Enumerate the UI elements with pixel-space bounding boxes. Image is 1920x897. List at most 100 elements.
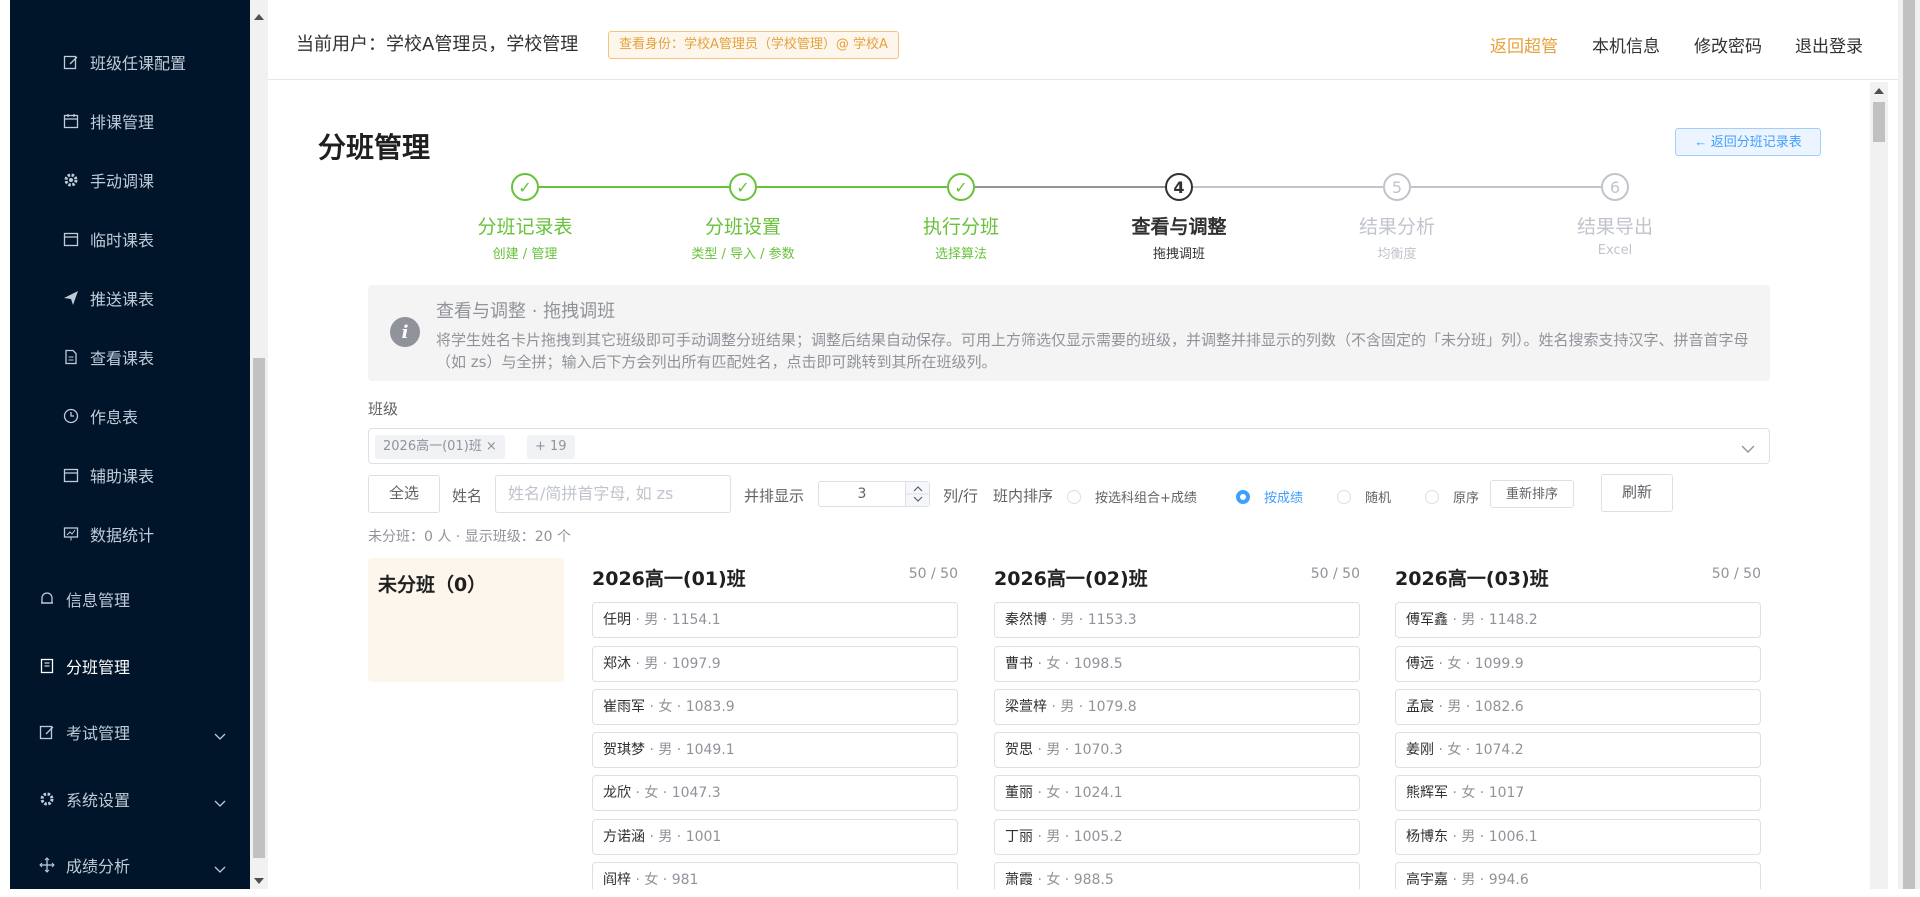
- radio-dot[interactable]: [1067, 489, 1081, 504]
- step-1-title: 分班记录表: [477, 216, 573, 238]
- student-card[interactable]: 丁丽 · 男 · 1005.2: [994, 819, 1360, 855]
- radio-dot[interactable]: [1337, 489, 1351, 504]
- student-card[interactable]: 阎梓 · 女 · 981: [592, 862, 958, 889]
- step-3-check-icon: ✓: [947, 173, 975, 201]
- name-search-input[interactable]: 姓名/简拼首字母, 如 zs: [495, 475, 731, 513]
- sidebar-item-label: 班级任课配置: [90, 54, 187, 73]
- radio-dot[interactable]: [1425, 489, 1439, 504]
- student-card[interactable]: 熊辉军 · 女 · 1017: [1395, 775, 1761, 811]
- sidebar-item-temp-timetable[interactable]: 临时课表: [10, 215, 250, 263]
- class-chip[interactable]: 2026高一(01)班 ×: [375, 435, 505, 459]
- window-scrollbar[interactable]: [1898, 0, 1920, 889]
- step-4-number: 4: [1165, 173, 1193, 201]
- student-card[interactable]: 傅军鑫 · 男 · 1148.2: [1395, 602, 1761, 638]
- scroll-down-icon[interactable]: [254, 878, 264, 884]
- scroll-up-icon[interactable]: [254, 14, 264, 20]
- student-card[interactable]: 梁萱梓 · 男 · 1079.8: [994, 689, 1360, 725]
- scrollbar-thumb[interactable]: [253, 358, 265, 858]
- student-card[interactable]: 杨博东 · 男 · 1006.1: [1395, 819, 1761, 855]
- student-card[interactable]: 贺思 · 男 · 1070.3: [994, 732, 1360, 768]
- clock-icon: [62, 407, 80, 425]
- student-name: 姜刚: [1406, 742, 1434, 758]
- sidebar-item-label: 排课管理: [90, 113, 155, 132]
- sort-radio-random[interactable]: 随机: [1337, 487, 1391, 506]
- student-card[interactable]: 任明 · 男 · 1154.1: [592, 602, 958, 638]
- sidebar-item-statistics[interactable]: 数据统计: [10, 510, 250, 558]
- sidebar-item-schedule-rest[interactable]: 作息表: [10, 392, 250, 440]
- student-card[interactable]: 董丽 · 女 · 1024.1: [994, 775, 1360, 811]
- sort-radio-subject-score[interactable]: 按选科组合+成绩: [1067, 487, 1197, 506]
- student-card[interactable]: 傅远 · 女 · 1099.9: [1395, 646, 1761, 682]
- radio-dot[interactable]: [1236, 489, 1250, 504]
- number-stepper[interactable]: [905, 482, 930, 506]
- gear-icon: [38, 790, 56, 808]
- main-scrollbar[interactable]: [1870, 82, 1888, 889]
- sidebar-scrollbar[interactable]: [250, 0, 268, 889]
- student-meta: · 男 · 1049.1: [645, 742, 735, 758]
- sidebar-group-label: 分班管理: [66, 658, 131, 677]
- sidebar-group-label: 信息管理: [66, 591, 131, 610]
- sidebar-group-label: 系统设置: [66, 791, 131, 810]
- sidebar-item-push-timetable[interactable]: 推送课表: [10, 274, 250, 322]
- unassigned-column[interactable]: 未分班（0）: [368, 558, 564, 682]
- sidebar-item-label: 手动调课: [90, 172, 155, 191]
- sidebar-item-class-teacher-config[interactable]: 班级任课配置: [10, 38, 250, 86]
- return-superadmin-link[interactable]: 返回超管: [1490, 32, 1558, 57]
- select-all-button[interactable]: 全选: [368, 475, 440, 513]
- student-card[interactable]: 贺琪梦 · 男 · 1049.1: [592, 732, 958, 768]
- student-name: 丁丽: [1005, 829, 1033, 845]
- sidebar-item-aux-timetable[interactable]: 辅助课表: [10, 451, 250, 499]
- sidebar: 班级任课配置 排课管理 手动调课 临时课表 推送课表 查看课表 作息表 辅助课表…: [10, 0, 250, 889]
- sidebar-item-view-timetable[interactable]: 查看课表: [10, 333, 250, 381]
- student-card[interactable]: 郑沐 · 男 · 1097.9: [592, 646, 958, 682]
- student-meta: · 男 · 1154.1: [631, 612, 721, 628]
- student-card[interactable]: 崔雨军 · 女 · 1083.9: [592, 689, 958, 725]
- student-card[interactable]: 秦然博 · 男 · 1153.3: [994, 602, 1360, 638]
- class-multiselect[interactable]: 2026高一(01)班 × + 19: [368, 428, 1770, 464]
- sidebar-item-scheduling[interactable]: 排课管理: [10, 97, 250, 145]
- step-6-title: 结果导出: [1576, 216, 1653, 238]
- info-title: 查看与调整 · 拖拽调班: [436, 301, 616, 322]
- student-card[interactable]: 孟宸 · 男 · 1082.6: [1395, 689, 1761, 725]
- radio-label: 按选科组合+成绩: [1095, 491, 1197, 506]
- sidebar-group-class-division[interactable]: 分班管理: [10, 642, 250, 690]
- role-tag: 查看身份：学校A管理员（学校管理）@ 学校A: [608, 31, 899, 59]
- cols-number-input[interactable]: 3: [818, 481, 930, 507]
- step-6-desc: Excel: [1597, 243, 1633, 258]
- student-meta: · 男 · 1005.2: [1033, 829, 1123, 845]
- sort-radio-score[interactable]: 按成绩: [1236, 487, 1303, 506]
- machine-info-link[interactable]: 本机信息: [1592, 32, 1660, 57]
- student-card[interactable]: 曹书 · 女 · 1098.5: [994, 646, 1360, 682]
- sort-radio-original[interactable]: 原序: [1425, 487, 1479, 506]
- sidebar-group-label: 考试管理: [66, 724, 131, 743]
- student-card[interactable]: 方诺涵 · 男 · 1001: [592, 819, 958, 855]
- sidebar-item-manual-adjust[interactable]: 手动调课: [10, 156, 250, 204]
- student-card[interactable]: 高宇嘉 · 男 · 994.6: [1395, 862, 1761, 889]
- back-to-records-button[interactable]: ← 返回分班记录表: [1675, 128, 1821, 156]
- step-2-desc: 类型 / 导入 / 参数: [691, 247, 795, 262]
- scrollbar-thumb[interactable]: [1903, 0, 1915, 889]
- resort-button[interactable]: 重新排序: [1490, 480, 1574, 508]
- student-card[interactable]: 萧霞 · 女 · 988.5: [994, 862, 1360, 889]
- scrollbar-thumb[interactable]: [1873, 102, 1885, 142]
- student-card[interactable]: 姜刚 · 女 · 1074.2: [1395, 732, 1761, 768]
- student-meta: · 女 · 1074.2: [1434, 742, 1524, 758]
- step-connector: [757, 186, 947, 188]
- step-4-desc: 拖拽调班: [1152, 247, 1205, 262]
- stepper-arrows-icon[interactable]: [906, 482, 930, 506]
- scroll-up-icon[interactable]: [1874, 88, 1884, 94]
- sidebar-group-label: 成绩分析: [66, 857, 131, 876]
- info-description: 将学生姓名卡片拖拽到其它班级即可手动调整分班结果；调整后结果自动保存。可用上方筛…: [436, 331, 1749, 371]
- change-password-link[interactable]: 修改密码: [1694, 32, 1762, 57]
- refresh-button[interactable]: 刷新: [1601, 474, 1673, 512]
- class-title: 2026高一(01)班: [592, 568, 746, 590]
- logout-link[interactable]: 退出登录: [1795, 32, 1863, 57]
- sidebar-group-score-analysis[interactable]: 成绩分析: [10, 841, 250, 889]
- chevron-down-icon: [214, 859, 226, 878]
- sidebar-group-settings[interactable]: 系统设置: [10, 775, 250, 823]
- sidebar-group-exam[interactable]: 考试管理: [10, 708, 250, 756]
- sidebar-group-info[interactable]: 信息管理: [10, 575, 250, 623]
- chevron-down-icon[interactable]: [1741, 439, 1755, 458]
- student-meta: · 男 · 1097.9: [631, 656, 721, 672]
- student-card[interactable]: 龙欣 · 女 · 1047.3: [592, 775, 958, 811]
